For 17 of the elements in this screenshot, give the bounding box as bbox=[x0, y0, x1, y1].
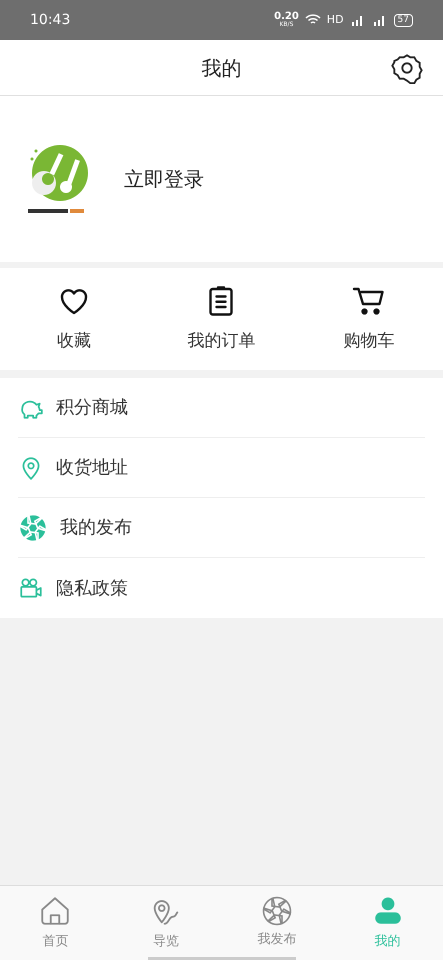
menu-item[interactable]: 隐私政策 bbox=[18, 558, 425, 618]
battery-indicator: 57 bbox=[394, 14, 413, 26]
quick-action-button[interactable]: 我的订单 bbox=[148, 268, 296, 370]
menu-item[interactable]: 我的发布 bbox=[18, 498, 425, 558]
login-link[interactable]: 立即登录 bbox=[124, 164, 204, 194]
aperture-icon bbox=[18, 512, 48, 542]
page-title: 我的 bbox=[202, 54, 242, 82]
clock: 10:43 bbox=[30, 10, 70, 30]
quick-action-button[interactable]: 购物车 bbox=[295, 268, 443, 370]
settings-icon[interactable] bbox=[391, 52, 423, 84]
menu-item[interactable]: 积分商城 bbox=[18, 378, 425, 438]
network-speed: 0.20 bbox=[274, 12, 299, 22]
hd-indicator: HD bbox=[326, 12, 344, 28]
wifi-icon bbox=[304, 14, 321, 26]
menu-item[interactable]: 收货地址 bbox=[18, 438, 425, 498]
aperture-icon bbox=[262, 896, 292, 926]
quick-action-button[interactable]: 收藏 bbox=[0, 268, 148, 370]
